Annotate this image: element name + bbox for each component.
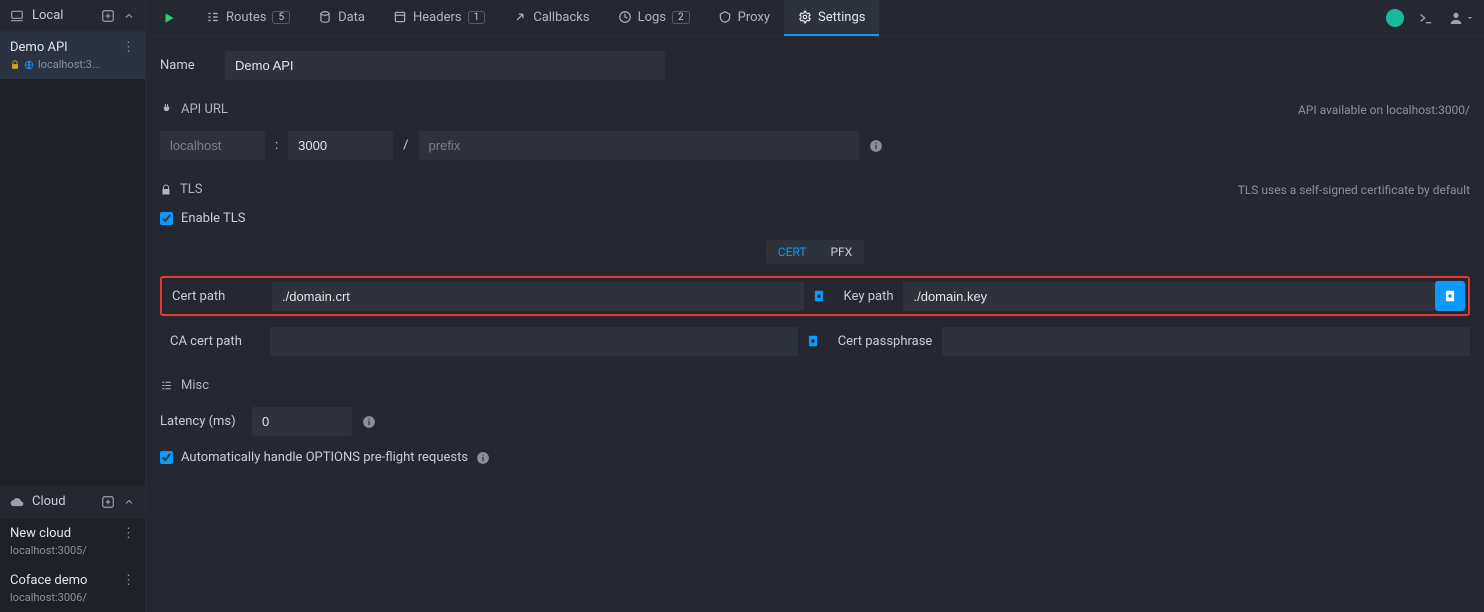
info-icon[interactable] (476, 451, 490, 465)
sidebar-item-new-cloud[interactable]: New cloud ⋮ localhost:3005/ (0, 518, 145, 565)
lock-icon (10, 60, 20, 70)
cert-path-input[interactable] (272, 282, 804, 311)
port-input[interactable] (288, 131, 393, 160)
headers-icon (393, 10, 407, 24)
collapse-cloud-icon[interactable] (123, 496, 135, 508)
sidebar-item-menu-icon[interactable]: ⋮ (122, 526, 135, 541)
sidebar-cloud-header: Cloud (0, 486, 145, 518)
tab-badge: 5 (272, 11, 290, 24)
tab-label: Proxy (738, 10, 770, 25)
info-icon[interactable] (362, 415, 376, 429)
info-icon[interactable] (869, 139, 883, 153)
tab-proxy[interactable]: Proxy (704, 0, 784, 36)
tab-routes[interactable]: Routes 5 (192, 0, 304, 36)
terminal-icon[interactable] (1418, 10, 1434, 26)
sidebar-local-header: Local (0, 0, 145, 32)
sidebar-item-menu-icon[interactable]: ⋮ (122, 573, 135, 588)
sidebar-item-title: Demo API (10, 40, 68, 55)
seg-cert[interactable]: CERT (766, 240, 819, 264)
tab-callbacks[interactable]: Callbacks (499, 0, 603, 36)
sidebar-item-host: localhost:3... (38, 58, 101, 71)
avatar[interactable] (1386, 9, 1404, 27)
tab-label: Logs (638, 10, 666, 25)
ca-cert-path-label: CA cert path (160, 334, 270, 349)
options-preflight-checkbox[interactable] (160, 451, 173, 464)
separator: : (275, 138, 278, 153)
lock-icon (160, 184, 172, 196)
sidebar: Local Demo API ⋮ localhost:3... (0, 0, 146, 612)
sidebar-item-demo-api[interactable]: Demo API ⋮ localhost:3... (0, 32, 145, 79)
api-url-hint: API available on localhost:3000/ (1298, 103, 1470, 117)
prefix-input[interactable] (419, 131, 859, 160)
sidebar-item-title: New cloud (10, 526, 71, 541)
key-path-label: Key path (834, 289, 904, 304)
enable-tls-checkbox[interactable] (160, 212, 173, 225)
tab-data[interactable]: Data (304, 0, 379, 36)
enable-tls-label: Enable TLS (181, 211, 245, 226)
logs-icon (618, 10, 632, 24)
sidebar-item-title: Coface demo (10, 573, 87, 588)
key-browse-button[interactable] (1435, 281, 1465, 311)
cert-path-label: Cert path (162, 289, 272, 304)
laptop-icon (10, 9, 24, 23)
account-menu[interactable] (1448, 10, 1474, 26)
add-cloud-icon[interactable] (101, 495, 115, 509)
tab-label: Settings (818, 10, 865, 25)
key-path-input[interactable] (903, 282, 1435, 311)
list-icon (160, 379, 173, 392)
separator: / (403, 138, 408, 153)
sidebar-item-coface-demo[interactable]: Coface demo ⋮ localhost:3006/ (0, 565, 145, 612)
tab-label: Data (338, 10, 365, 25)
host-input[interactable] (160, 131, 265, 160)
seg-pfx[interactable]: PFX (818, 240, 864, 264)
tls-type-segmented: CERT PFX (766, 240, 864, 264)
sidebar-local-label: Local (32, 8, 93, 23)
main: Routes 5 Data Headers 1 Callbacks (146, 0, 1484, 612)
tab-settings[interactable]: Settings (784, 0, 879, 36)
proxy-icon (718, 10, 732, 24)
callbacks-icon (513, 10, 527, 24)
misc-heading: Misc (181, 378, 209, 393)
tab-badge: 2 (672, 11, 690, 24)
data-icon (318, 10, 332, 24)
cert-browse-button[interactable] (804, 281, 834, 311)
cert-passphrase-input[interactable] (942, 327, 1470, 356)
topbar: Routes 5 Data Headers 1 Callbacks (146, 0, 1484, 37)
sidebar-item-host: localhost:3006/ (10, 591, 87, 604)
tab-headers[interactable]: Headers 1 (379, 0, 499, 36)
tab-logs[interactable]: Logs 2 (604, 0, 704, 36)
ca-browse-button[interactable] (798, 326, 828, 356)
tls-hint: TLS uses a self-signed certificate by de… (1238, 183, 1470, 197)
add-local-icon[interactable] (101, 9, 115, 23)
api-url-heading: API URL (181, 102, 228, 117)
ca-cert-path-input[interactable] (270, 327, 798, 356)
tab-label: Headers (413, 10, 462, 25)
sidebar-item-host: localhost:3005/ (10, 544, 87, 557)
tab-label: Routes (226, 10, 266, 25)
latency-label: Latency (ms) (160, 414, 242, 429)
sidebar-item-menu-icon[interactable]: ⋮ (122, 40, 135, 55)
latency-input[interactable] (252, 407, 352, 436)
tab-label: Callbacks (533, 10, 589, 25)
globe-icon (24, 60, 34, 70)
plug-icon (160, 103, 173, 116)
routes-icon (206, 10, 220, 24)
gear-icon (798, 10, 812, 24)
tls-heading: TLS (180, 182, 202, 197)
cloud-icon (10, 495, 24, 509)
run-button[interactable] (146, 0, 192, 36)
options-preflight-label: Automatically handle OPTIONS pre-flight … (181, 450, 468, 465)
collapse-local-icon[interactable] (123, 10, 135, 22)
cert-key-row-highlight: Cert path Key path (160, 276, 1470, 316)
name-input[interactable] (225, 51, 665, 80)
cert-passphrase-label: Cert passphrase (828, 334, 943, 349)
sidebar-cloud-label: Cloud (32, 494, 93, 509)
tab-badge: 1 (468, 11, 486, 24)
name-label: Name (160, 58, 215, 73)
